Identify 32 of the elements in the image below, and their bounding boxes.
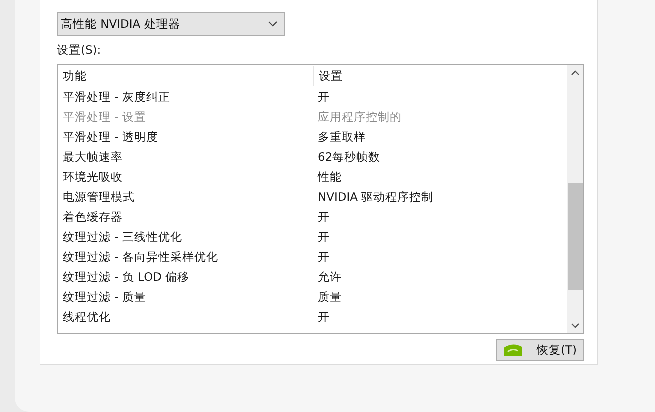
feature-cell[interactable]: 最大帧速率 [58, 150, 313, 164]
scroll-thumb[interactable] [568, 183, 582, 290]
scroll-up-icon[interactable] [570, 70, 580, 76]
setting-cell[interactable]: 开 [313, 310, 567, 324]
feature-cell[interactable]: 着色缓存器 [58, 210, 313, 224]
scrollbar[interactable] [567, 65, 583, 333]
setting-cell[interactable]: NVIDIA 驱动程序控制 [313, 190, 567, 204]
feature-cell[interactable]: 纹理过滤 - 负 LOD 偏移 [58, 270, 313, 284]
chevron-down-icon [268, 21, 278, 27]
processor-dropdown[interactable]: 高性能 NVIDIA 处理器 [57, 12, 285, 36]
scroll-down-icon[interactable] [570, 323, 580, 329]
setting-cell[interactable]: 开 [313, 90, 567, 104]
logo-icon [503, 344, 523, 356]
feature-cell[interactable]: 环境光吸收 [58, 170, 313, 184]
setting-cell[interactable]: 62每秒帧数 [313, 150, 567, 164]
settings-label: 设置(S): [57, 43, 102, 58]
feature-cell[interactable]: 电源管理模式 [58, 190, 313, 204]
feature-cell[interactable]: 平滑处理 - 灰度纠正 [58, 90, 313, 104]
setting-cell[interactable]: 性能 [313, 170, 567, 184]
setting-cell[interactable]: 多重取样 [313, 130, 567, 144]
feature-cell[interactable]: 纹理过滤 - 质量 [58, 290, 313, 304]
setting-cell[interactable]: 开 [313, 210, 567, 224]
feature-cell[interactable]: 纹理过滤 - 各向异性采样优化 [58, 250, 313, 264]
column-header[interactable]: 功能 [58, 66, 313, 86]
feature-cell[interactable]: 纹理过滤 - 三线性优化 [58, 230, 313, 244]
setting-cell[interactable]: 开 [313, 250, 567, 264]
feature-cell[interactable]: 线程优化 [58, 310, 313, 324]
feature-cell[interactable]: 平滑处理 - 透明度 [58, 130, 313, 144]
setting-cell[interactable]: 允许 [313, 270, 567, 284]
setting-cell[interactable]: 开 [313, 230, 567, 244]
restore-button[interactable]: 恢复(T) [496, 339, 584, 361]
setting-cell[interactable]: 质量 [313, 290, 567, 304]
